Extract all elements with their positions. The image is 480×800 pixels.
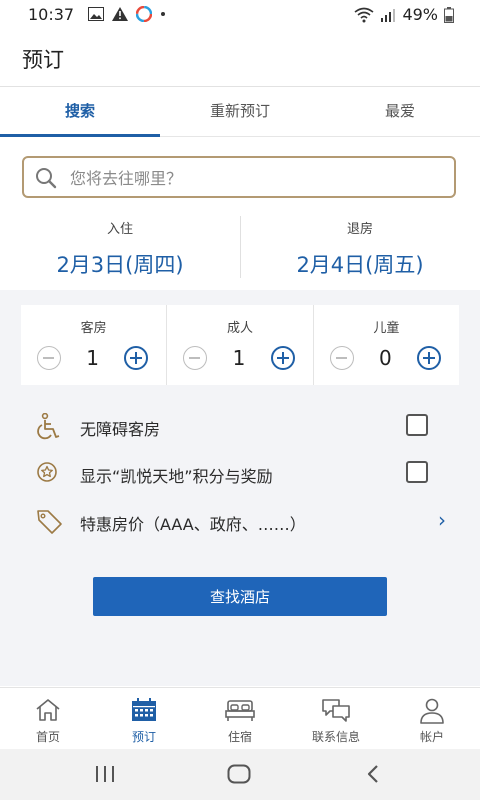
children-increment-button[interactable]	[416, 346, 441, 370]
children-selector: 儿童 0	[312, 305, 459, 385]
nav-contact[interactable]: 联系信息	[288, 688, 384, 750]
adults-stepper: 1	[183, 346, 295, 370]
image-notification-icon	[88, 7, 104, 21]
bottom-navigation: 首页 预订 住宿 联系信息 帐户	[0, 687, 480, 750]
find-hotels-button[interactable]: 查找酒店	[93, 577, 387, 616]
special-rates-label: 特惠房价（AAA、政府、……）	[80, 515, 306, 534]
home-icon	[36, 699, 60, 721]
nav-booking-label: 预订	[131, 730, 156, 744]
checkout-label: 退房	[346, 222, 373, 237]
battery-icon	[444, 6, 454, 23]
points-checkbox[interactable]	[406, 461, 428, 483]
battery-percent: 49%	[402, 5, 438, 24]
status-time: 10:37	[28, 5, 75, 24]
checkin-value: 2月3日(周四)	[56, 253, 184, 277]
destination-search-input[interactable]	[68, 158, 442, 198]
app-notification-icon	[136, 6, 152, 22]
chevron-right-icon: ›	[438, 508, 446, 532]
chat-icon	[322, 699, 350, 722]
person-icon	[420, 698, 444, 724]
checkin-date[interactable]: 入住 2月3日(周四)	[0, 210, 240, 279]
accessible-room-checkbox[interactable]	[406, 414, 428, 436]
rooms-label: 客房	[80, 321, 107, 336]
destination-search-box[interactable]	[22, 156, 456, 198]
accessible-room-label: 无障碍客房	[80, 420, 161, 439]
system-navigation-bar	[0, 749, 480, 800]
home-button-icon[interactable]	[227, 764, 251, 784]
adults-selector: 成人 1	[166, 305, 312, 385]
tab-bar: 搜索 重新预订 最爱	[0, 88, 480, 137]
app-bar: 预订	[0, 28, 480, 87]
tab-favorites[interactable]: 最爱	[320, 88, 480, 136]
special-rates-option[interactable]: 特惠房价（AAA、政府、……） ›	[36, 502, 446, 542]
nav-booking[interactable]: 预订	[96, 688, 192, 750]
nav-contact-label: 联系信息	[311, 730, 360, 744]
nav-stays[interactable]: 住宿	[192, 688, 288, 750]
nav-home[interactable]: 首页	[0, 688, 96, 750]
tag-icon	[37, 510, 62, 534]
tab-search[interactable]: 搜索	[0, 88, 160, 137]
checkout-value: 2月4日(周五)	[296, 253, 424, 277]
adults-label: 成人	[226, 321, 253, 336]
calendar-icon	[132, 698, 156, 721]
children-label: 儿童	[373, 321, 400, 336]
children-stepper: 0	[329, 346, 441, 370]
checkin-label: 入住	[106, 222, 133, 237]
points-label: 显示“凯悦天地”积分与奖励	[80, 467, 273, 486]
date-selector: 入住 2月3日(周四) 退房 2月4日(周五)	[0, 210, 480, 286]
nav-home-label: 首页	[35, 730, 60, 744]
nav-stays-label: 住宿	[227, 730, 252, 744]
notification-icons	[88, 6, 166, 22]
guest-selector: 客房 1 成人 1 儿童 0	[21, 305, 459, 385]
more-dot-icon	[161, 12, 165, 16]
adults-value: 1	[232, 346, 246, 370]
star-badge-icon	[37, 462, 57, 482]
children-decrement-button[interactable]	[329, 346, 354, 370]
accessible-room-option[interactable]: 无障碍客房	[36, 407, 446, 447]
warning-icon	[112, 7, 128, 21]
rooms-increment-button[interactable]	[124, 346, 149, 370]
nav-account-label: 帐户	[419, 730, 444, 744]
nav-account[interactable]: 帐户	[384, 688, 480, 750]
rooms-decrement-button[interactable]	[37, 346, 61, 370]
tab-rebook[interactable]: 重新预订	[160, 88, 320, 136]
rooms-value: 1	[86, 346, 100, 370]
search-icon	[36, 168, 57, 189]
rooms-stepper: 1	[37, 346, 149, 370]
status-right: 49%	[354, 5, 454, 24]
bed-icon	[225, 700, 255, 721]
points-option[interactable]: 显示“凯悦天地”积分与奖励	[36, 454, 446, 494]
checkout-date[interactable]: 退房 2月4日(周五)	[240, 210, 480, 279]
wheelchair-icon	[37, 413, 60, 440]
page-title: 预订	[22, 48, 64, 72]
recent-apps-icon[interactable]	[94, 765, 116, 783]
adults-decrement-button[interactable]	[183, 346, 208, 370]
signal-icon	[381, 8, 396, 22]
wifi-icon	[354, 7, 374, 22]
status-bar: 10:37 49%	[0, 0, 480, 28]
back-icon[interactable]	[366, 764, 380, 784]
children-value: 0	[378, 346, 392, 370]
adults-increment-button[interactable]	[270, 346, 295, 370]
rooms-selector: 客房 1	[21, 305, 166, 385]
